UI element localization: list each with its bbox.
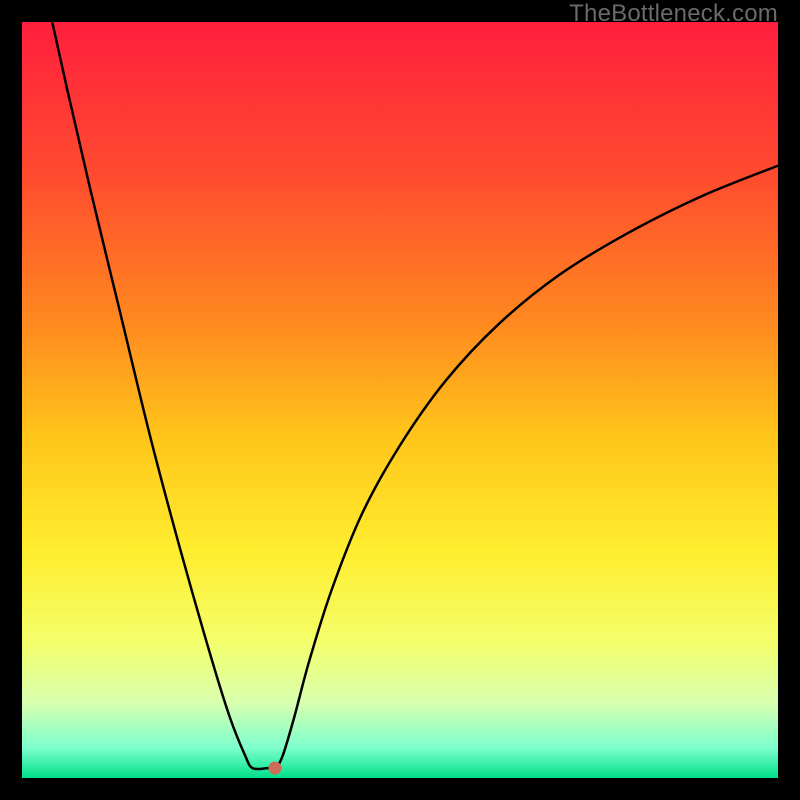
chart-frame — [22, 22, 778, 778]
optimal-point-dot — [269, 762, 282, 775]
gradient-background — [22, 22, 778, 778]
bottleneck-chart — [22, 22, 778, 778]
